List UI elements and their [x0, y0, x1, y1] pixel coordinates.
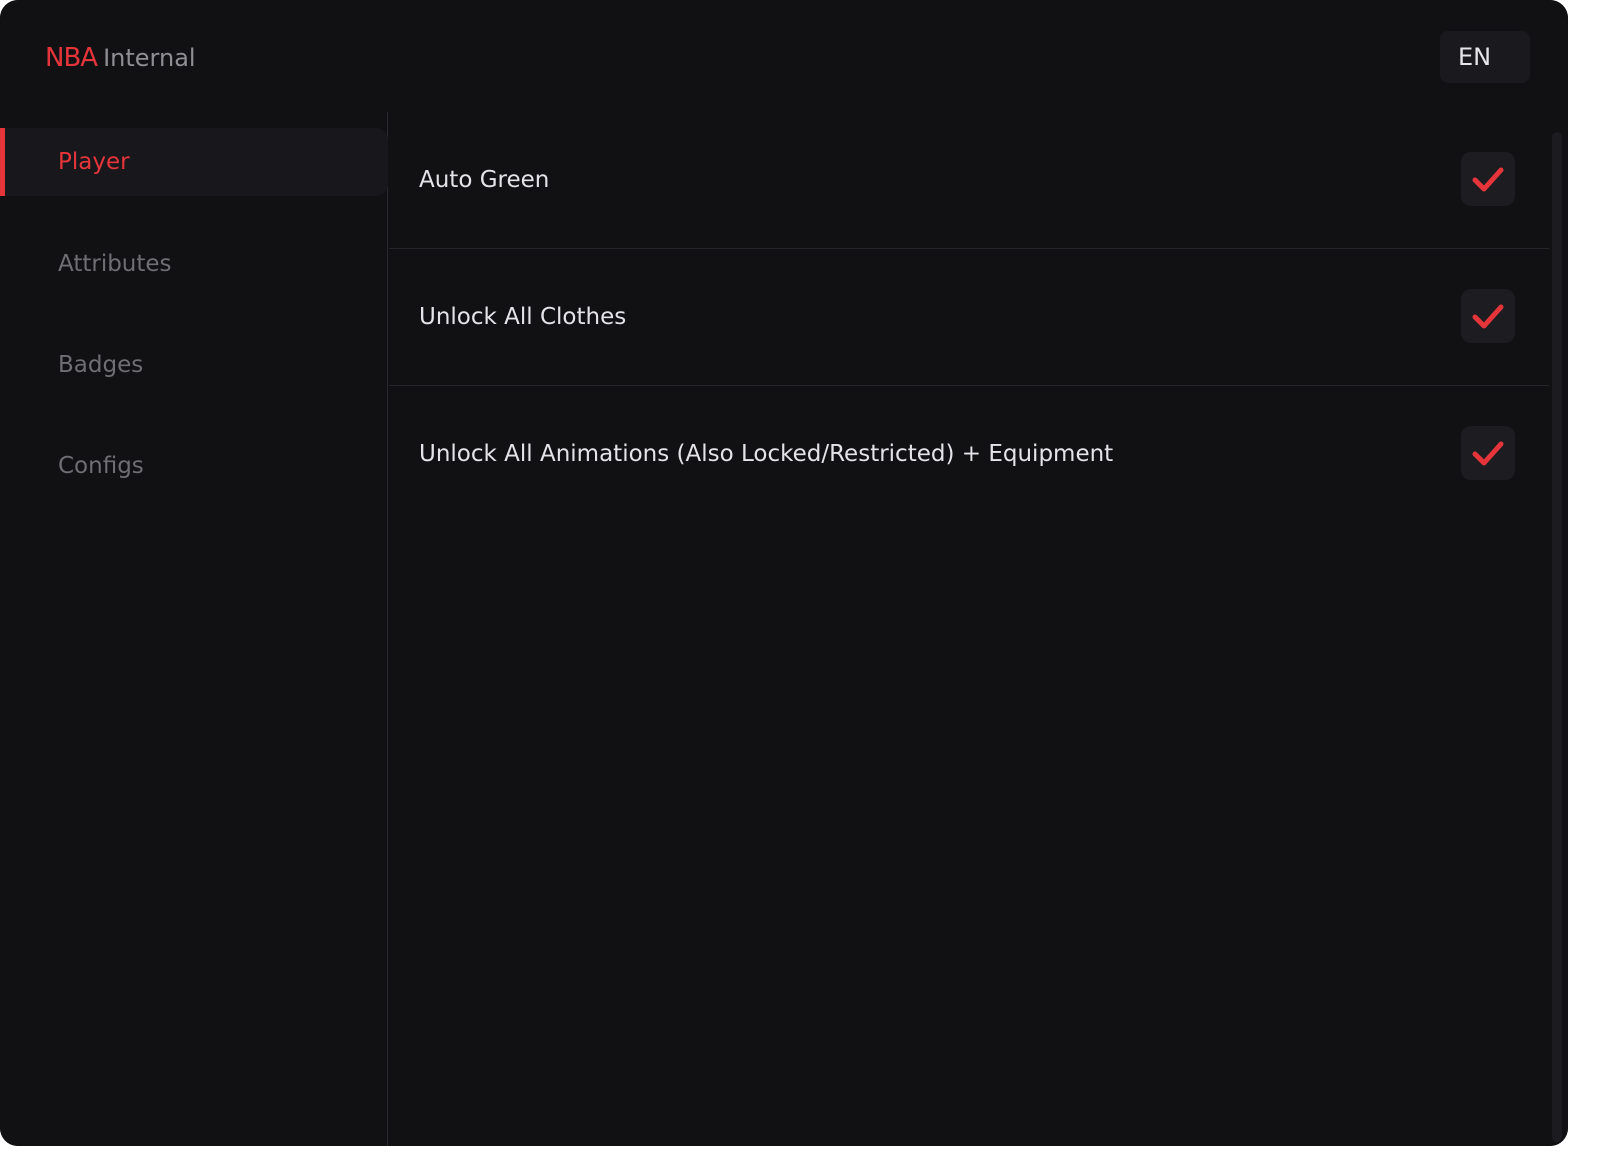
scrollbar[interactable] [1552, 132, 1562, 1142]
brand-subtitle: Internal [103, 44, 196, 72]
option-row-unlock-clothes: Unlock All Clothes [389, 249, 1549, 386]
sidebar-item-label: Configs [58, 453, 144, 479]
option-row-unlock-animations: Unlock All Animations (Also Locked/Restr… [389, 386, 1549, 523]
check-icon [1472, 167, 1504, 192]
sidebar-item-label: Player [58, 149, 130, 175]
app-logo: NBA Internal [45, 42, 196, 74]
option-label: Unlock All Clothes [419, 304, 627, 330]
language-button[interactable]: EN [1440, 31, 1530, 83]
sidebar-item-badges[interactable]: Badges [0, 331, 388, 399]
app-window: NBA Internal EN Player Attributes Badges … [0, 0, 1568, 1146]
sidebar-item-configs[interactable]: Configs [0, 432, 388, 500]
sidebar-item-player[interactable]: Player [0, 128, 388, 196]
option-label: Auto Green [419, 167, 550, 193]
option-label: Unlock All Animations (Also Locked/Restr… [419, 441, 1114, 467]
option-row-auto-green: Auto Green [389, 112, 1549, 249]
auto-green-checkbox[interactable] [1461, 152, 1515, 206]
sidebar-item-label: Badges [58, 352, 144, 378]
brand-name: NBA [45, 43, 98, 73]
unlock-animations-checkbox[interactable] [1461, 426, 1515, 480]
sidebar: Player Attributes Badges Configs [0, 112, 388, 1146]
check-icon [1472, 304, 1504, 329]
options-panel: Auto Green Unlock All Clothes Unlock All… [389, 112, 1568, 1146]
unlock-clothes-checkbox[interactable] [1461, 289, 1515, 343]
sidebar-item-attributes[interactable]: Attributes [0, 230, 388, 298]
sidebar-item-label: Attributes [58, 251, 172, 277]
check-icon [1472, 441, 1504, 466]
top-bar: NBA Internal EN [0, 0, 1568, 112]
active-indicator [0, 128, 5, 196]
